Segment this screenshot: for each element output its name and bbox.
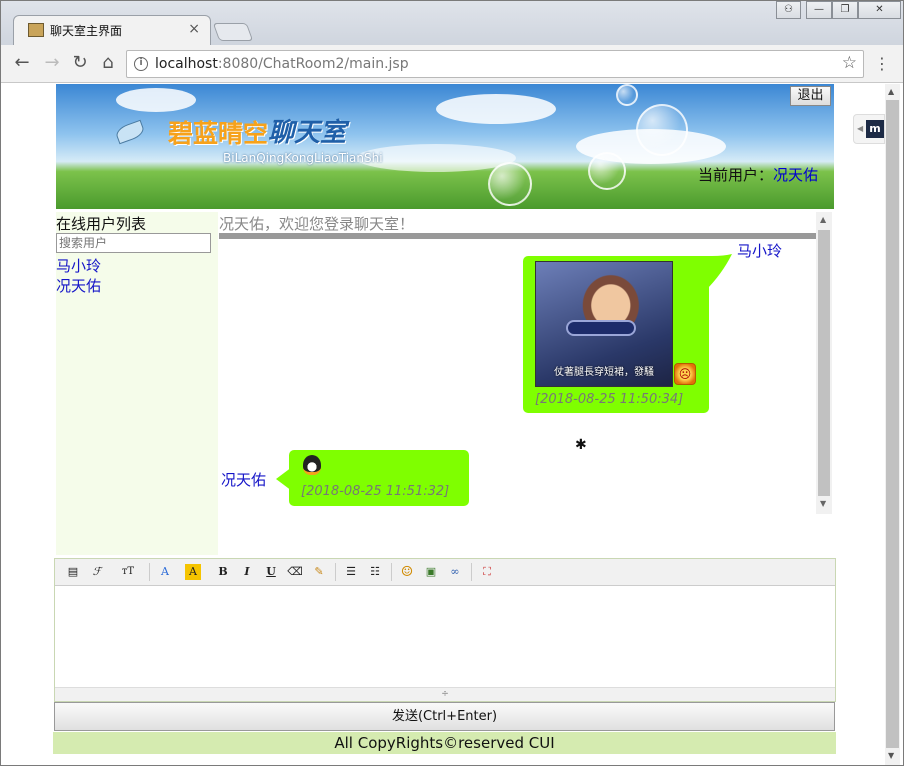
reload-button[interactable]: ↻ <box>69 53 91 75</box>
sticker-caption: 仗著腿長穿短裙，發騷 <box>554 367 654 378</box>
logo-title-part2: 聊天室 <box>268 118 347 148</box>
unordered-list-icon[interactable]: ☷ <box>367 564 383 580</box>
welcome-text: 况天佑，欢迎您登录聊天室！ <box>219 215 415 233</box>
tab-close-icon[interactable]: × <box>188 21 200 37</box>
current-user: 当前用户：况天佑 <box>698 164 818 185</box>
favicon-icon <box>28 23 44 37</box>
logo-title-part1: 碧蓝晴空 <box>168 119 269 148</box>
scroll-down-icon[interactable]: ▼ <box>888 751 894 760</box>
logo-pinyin: BiLanQingKongLiaoTianShi <box>223 151 383 165</box>
toolbar-separator <box>471 563 472 581</box>
bubble-decoration <box>588 152 626 190</box>
highlight-icon[interactable]: A <box>185 564 201 580</box>
source-icon[interactable]: ▤ <box>65 564 81 580</box>
scroll-thumb[interactable] <box>818 230 830 496</box>
chat-page: 碧蓝晴空 聊天室 BiLanQingKongLiaoTianShi 退出 当前用… <box>53 84 836 765</box>
site-info-icon[interactable]: i <box>134 57 148 71</box>
page-scroll-thumb[interactable] <box>886 100 899 748</box>
font-size-icon[interactable]: тT <box>117 564 139 580</box>
toolbar-separator <box>149 563 150 581</box>
user-search-input[interactable] <box>56 233 211 253</box>
page-viewport: 碧蓝晴空 聊天室 BiLanQingKongLiaoTianShi 退出 当前用… <box>1 84 903 765</box>
message-bubble: 仗著腿長穿短裙，發騷 ☹ [2018-08-25 11:50:34] <box>523 256 709 413</box>
scroll-up-icon[interactable]: ▲ <box>888 87 894 96</box>
message-bubble: [2018-08-25 11:51:32] <box>289 450 469 506</box>
bubble-decoration <box>636 104 688 156</box>
profile-icon[interactable]: ⚇ <box>776 1 801 19</box>
eraser-icon[interactable]: ⌫ <box>287 564 303 580</box>
browser-titlebar: 聊天室主界面 × ⚇ — ❐ ✕ <box>1 1 903 45</box>
sticker-glasses <box>566 320 636 336</box>
cloud-decoration <box>436 94 556 124</box>
message-timestamp: [2018-08-25 11:50:34] <box>535 392 684 407</box>
copyright-footer: All CopyRights©reserved CUI <box>53 732 836 754</box>
clear-format-icon[interactable]: ✎ <box>311 564 327 580</box>
close-window-button[interactable]: ✕ <box>858 1 901 19</box>
insert-image-icon[interactable]: ▣ <box>423 564 439 580</box>
new-tab-button[interactable] <box>212 23 254 41</box>
maximize-button[interactable]: ❐ <box>832 1 858 19</box>
forward-button[interactable]: → <box>41 53 63 75</box>
browser-toolbar: ← → ↻ ⌂ i localhost:8080/ChatRoom2/main.… <box>1 45 903 83</box>
url-text: localhost:8080/ChatRoom2/main.jsp <box>155 56 409 72</box>
underline-icon[interactable]: U <box>263 564 279 580</box>
tab-title: 聊天室主界面 <box>50 24 123 38</box>
scroll-down-icon[interactable]: ▼ <box>820 499 826 508</box>
link-icon[interactable]: ∞ <box>447 564 463 580</box>
font-family-icon[interactable]: ℱ <box>89 564 105 580</box>
message-timestamp: [2018-08-25 11:51:32] <box>301 484 450 499</box>
emoticon-icon[interactable]: ☺ <box>399 564 415 580</box>
bookmark-star-icon[interactable]: ☆ <box>842 53 857 73</box>
toolbar-separator <box>335 563 336 581</box>
message-editor: ▤ ℱ тT A A B I U ⌫ ✎ ☰ ☷ ☺ ▣ ∞ ⛶ ÷ <box>54 558 836 702</box>
browser-tab[interactable]: 聊天室主界面 × <box>13 15 211 45</box>
online-users-heading: 在线用户列表 <box>56 215 147 233</box>
browser-window: 聊天室主界面 × ⚇ — ❐ ✕ ← → ↻ ⌂ i localhost:808… <box>0 0 904 766</box>
collapse-arrow-icon: ◀ <box>857 124 864 133</box>
cloud-decoration <box>116 88 196 112</box>
toolbar-separator <box>391 563 392 581</box>
sticker-image[interactable]: 仗著腿長穿短裙，發騷 <box>535 261 673 387</box>
ordered-list-icon[interactable]: ☰ <box>343 564 359 580</box>
back-button[interactable]: ← <box>11 53 33 75</box>
font-color-icon[interactable]: A <box>157 564 173 580</box>
italic-icon[interactable]: I <box>239 564 255 580</box>
page-scrollbar[interactable]: ▲ ▼ <box>885 84 900 765</box>
angry-emoticon-icon: ☹ <box>674 363 696 385</box>
message-sender[interactable]: 马小玲 <box>737 240 782 261</box>
message-area[interactable]: 况天佑，欢迎您登录聊天室！ 马小玲 仗著腿長穿短裙，發騷 ☹ [2018-08-… <box>218 212 833 514</box>
message-sender[interactable]: 况天佑 <box>221 469 266 490</box>
editor-resize-handle[interactable]: ÷ <box>55 687 835 701</box>
extension-side-tab[interactable]: ◀ m <box>853 114 885 144</box>
bold-icon[interactable]: B <box>215 564 231 580</box>
minimize-button[interactable]: — <box>806 1 832 19</box>
home-button[interactable]: ⌂ <box>97 53 119 75</box>
browser-menu-icon[interactable]: ⋮ <box>873 55 891 75</box>
scroll-up-icon[interactable]: ▲ <box>820 215 826 224</box>
online-user-item[interactable]: 马小玲 <box>56 255 101 276</box>
fullscreen-icon[interactable]: ⛶ <box>479 564 495 580</box>
editor-toolbar: ▤ ℱ тT A A B I U ⌫ ✎ ☰ ☷ ☺ ▣ ∞ ⛶ <box>55 559 835 586</box>
bubble-decoration <box>488 162 532 206</box>
extension-logo-icon: m <box>866 120 884 138</box>
current-user-label: 当前用户： <box>698 166 774 184</box>
qq-penguin-emoticon-icon <box>303 455 321 475</box>
logout-button[interactable]: 退出 <box>790 86 831 106</box>
cursor-bug-icon: ✱ <box>575 437 587 453</box>
online-user-panel: 在线用户列表 马小玲 况天佑 <box>56 212 218 555</box>
header-banner: 碧蓝晴空 聊天室 BiLanQingKongLiaoTianShi 退出 当前用… <box>56 84 834 209</box>
url-host: localhost <box>155 56 218 72</box>
current-user-name[interactable]: 况天佑 <box>773 166 818 184</box>
url-path: :8080/ChatRoom2/main.jsp <box>217 56 409 72</box>
bubble-decoration <box>616 84 638 106</box>
message-scrollbar[interactable]: ▲ ▼ <box>816 212 832 514</box>
welcome-divider <box>219 233 816 239</box>
message-input-area[interactable] <box>55 586 835 687</box>
logo-leaf-icon <box>114 119 146 145</box>
send-button[interactable]: 发送(Ctrl+Enter) <box>54 702 835 731</box>
address-bar[interactable]: i localhost:8080/ChatRoom2/main.jsp ☆ <box>126 50 864 78</box>
online-user-item[interactable]: 况天佑 <box>56 275 101 296</box>
